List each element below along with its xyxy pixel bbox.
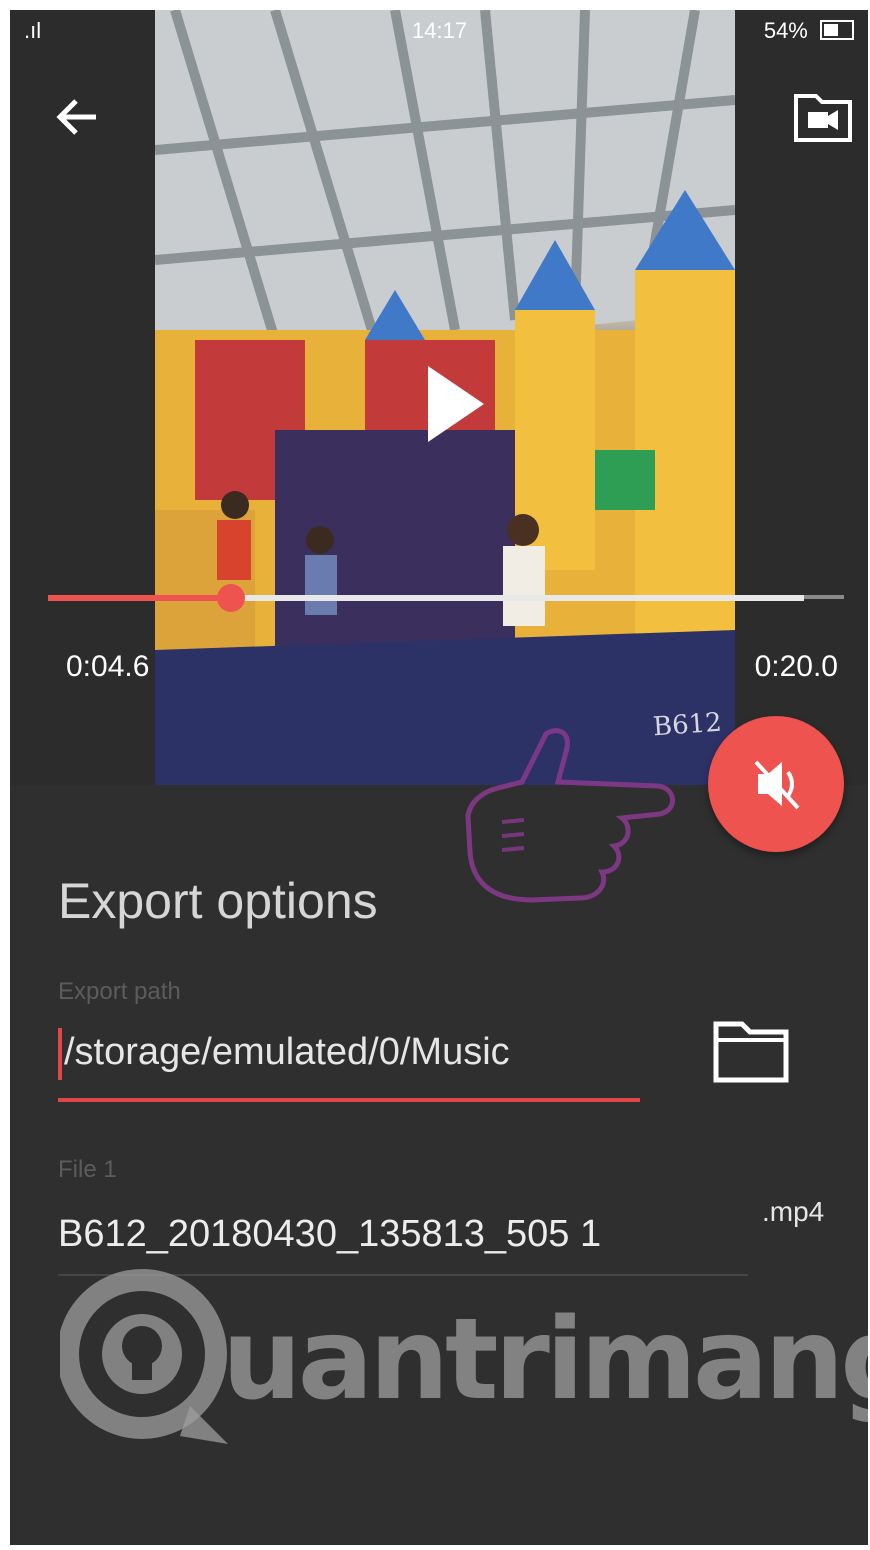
- seek-thumb[interactable]: [217, 584, 245, 612]
- status-bar: .ıl 14:17 54%: [10, 10, 868, 54]
- current-time: 0:04.6: [66, 650, 150, 683]
- volume-off-icon: [754, 760, 800, 810]
- status-time: 14:17: [412, 18, 468, 43]
- arrow-left-icon: [56, 99, 96, 135]
- export-path-label: Export path: [58, 978, 181, 1005]
- file-extension: .mp4: [762, 1196, 825, 1227]
- export-path-input[interactable]: /storage/emulated/0/Music: [58, 1022, 640, 1102]
- seek-buffered: [231, 595, 804, 601]
- pointing-hand-icon: [465, 728, 675, 903]
- battery-icon: [820, 20, 854, 40]
- play-icon[interactable]: [428, 366, 484, 442]
- file-name-label: File 1: [58, 1156, 117, 1183]
- total-time: 0:20.0: [754, 650, 838, 683]
- text-cursor: [58, 1028, 62, 1080]
- quantrimang-watermark: uantrimang: [222, 1295, 868, 1425]
- video-folder-icon: [794, 94, 852, 142]
- battery-indicator: 54%: [764, 18, 854, 44]
- folder-icon: [713, 1021, 789, 1083]
- signal-indicator: .ıl: [24, 18, 42, 43]
- seek-progress: [48, 595, 231, 601]
- browse-folder-button[interactable]: [710, 1018, 792, 1086]
- app-screen: .ıl 14:17 54% 0:04.6 0:20.0 B612 Export …: [10, 10, 868, 1545]
- back-button[interactable]: [52, 92, 102, 142]
- video-player[interactable]: .ıl 14:17 54% 0:04.6 0:20.0 B612: [10, 10, 868, 785]
- battery-percent: 54%: [763, 18, 808, 43]
- video-folder-button[interactable]: [792, 90, 854, 146]
- export-options-title: Export options: [58, 873, 378, 929]
- mute-button[interactable]: [708, 716, 844, 852]
